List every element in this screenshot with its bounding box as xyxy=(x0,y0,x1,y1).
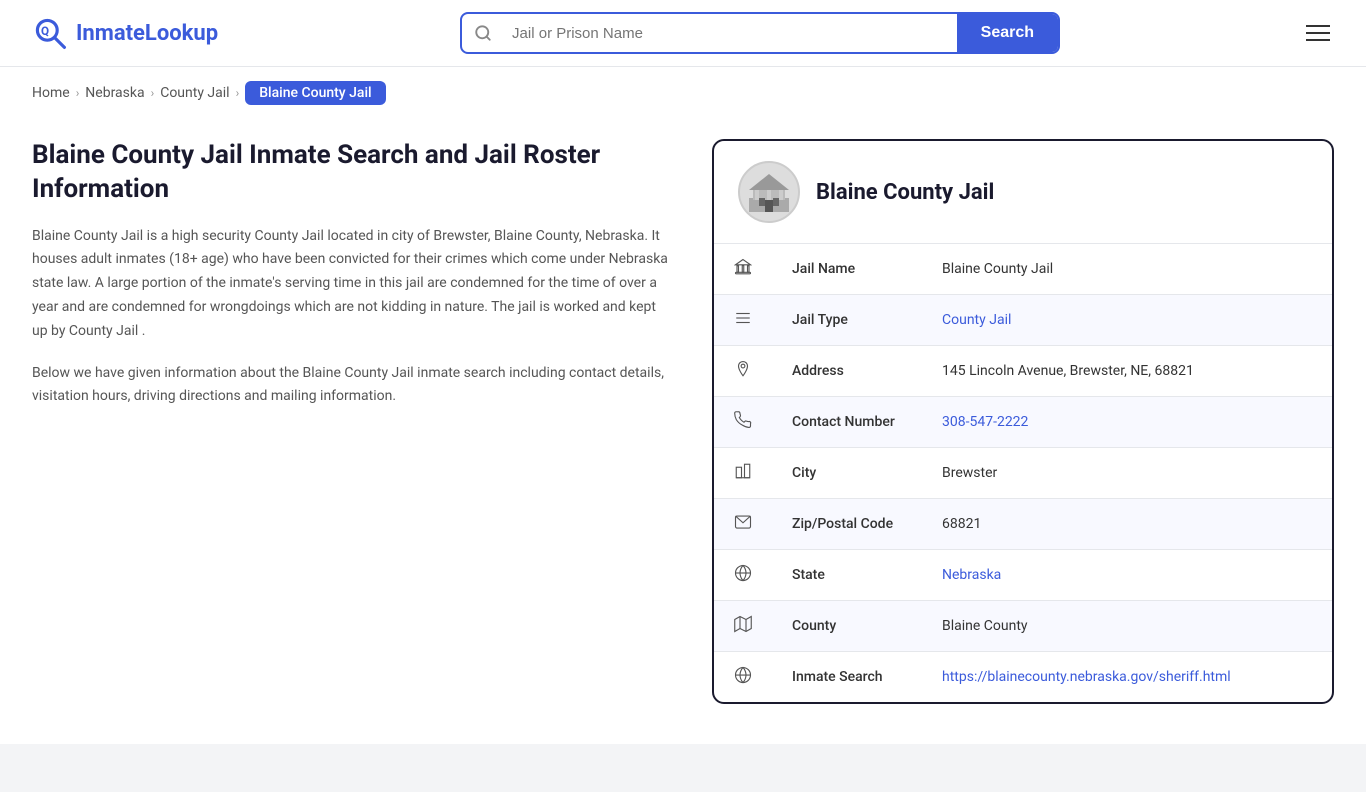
row-icon xyxy=(714,652,772,703)
svg-text:Q: Q xyxy=(41,24,49,38)
info-value: Brewster xyxy=(942,465,997,481)
card-title: Blaine County Jail xyxy=(816,180,994,205)
info-value: 68821 xyxy=(942,516,981,532)
search-button[interactable]: Search xyxy=(957,14,1058,52)
search-wrapper: Search xyxy=(460,12,1060,54)
table-row: City Brewster xyxy=(714,448,1332,499)
row-value: Blaine County xyxy=(922,601,1332,652)
search-input[interactable] xyxy=(504,15,957,52)
info-value: Blaine County xyxy=(942,618,1028,634)
info-card: Blaine County Jail Jail Name Blaine Coun… xyxy=(712,139,1334,704)
row-value[interactable]: Nebraska xyxy=(922,550,1332,601)
info-value: 145 Lincoln Avenue, Brewster, NE, 68821 xyxy=(942,363,1194,379)
table-row: Inmate Search https://blainecounty.nebra… xyxy=(714,652,1332,703)
row-label: Inmate Search xyxy=(772,652,922,703)
row-value[interactable]: County Jail xyxy=(922,295,1332,346)
breadcrumb-active: Blaine County Jail xyxy=(245,81,385,105)
hamburger-menu[interactable] xyxy=(1302,21,1334,45)
table-row: Jail Type County Jail xyxy=(714,295,1332,346)
row-label: Jail Type xyxy=(772,295,922,346)
breadcrumb-county-jail[interactable]: County Jail xyxy=(160,85,229,101)
breadcrumb-home[interactable]: Home xyxy=(32,85,70,101)
page-title: Blaine County Jail Inmate Search and Jai… xyxy=(32,139,672,207)
table-row: Address 145 Lincoln Avenue, Brewster, NE… xyxy=(714,346,1332,397)
chevron-icon-2: › xyxy=(151,86,155,100)
row-label: Contact Number xyxy=(772,397,922,448)
row-label: County xyxy=(772,601,922,652)
logo-icon: Q xyxy=(32,15,68,51)
row-label: State xyxy=(772,550,922,601)
table-row: County Blaine County xyxy=(714,601,1332,652)
table-row: Zip/Postal Code 68821 xyxy=(714,499,1332,550)
row-value[interactable]: https://blainecounty.nebraska.gov/sherif… xyxy=(922,652,1332,703)
row-icon xyxy=(714,346,772,397)
row-icon xyxy=(714,550,772,601)
table-row: Jail Name Blaine County Jail xyxy=(714,244,1332,295)
left-column: Blaine County Jail Inmate Search and Jai… xyxy=(32,139,672,409)
chevron-icon-3: › xyxy=(236,86,240,100)
breadcrumb: Home › Nebraska › County Jail › Blaine C… xyxy=(0,67,1366,119)
logo-link[interactable]: Q InmateLookup xyxy=(32,15,218,51)
info-value: Blaine County Jail xyxy=(942,261,1053,277)
row-label: Address xyxy=(772,346,922,397)
page-description-1: Blaine County Jail is a high security Co… xyxy=(32,225,672,344)
row-value[interactable]: 308-547-2222 xyxy=(922,397,1332,448)
row-value: 68821 xyxy=(922,499,1332,550)
row-value: Blaine County Jail xyxy=(922,244,1332,295)
row-icon xyxy=(714,295,772,346)
row-label: City xyxy=(772,448,922,499)
page-description-2: Below we have given information about th… xyxy=(32,362,672,410)
row-icon xyxy=(714,397,772,448)
info-link[interactable]: Nebraska xyxy=(942,567,1001,583)
row-icon xyxy=(714,601,772,652)
logo-text: InmateLookup xyxy=(76,21,218,46)
footer xyxy=(0,744,1366,792)
row-value: 145 Lincoln Avenue, Brewster, NE, 68821 xyxy=(922,346,1332,397)
table-row: State Nebraska xyxy=(714,550,1332,601)
breadcrumb-nebraska[interactable]: Nebraska xyxy=(85,85,144,101)
main-content: Blaine County Jail Inmate Search and Jai… xyxy=(0,119,1366,744)
jail-avatar xyxy=(738,161,800,223)
info-link[interactable]: 308-547-2222 xyxy=(942,414,1028,430)
header: Q InmateLookup Search xyxy=(0,0,1366,67)
row-icon xyxy=(714,244,772,295)
row-label: Jail Name xyxy=(772,244,922,295)
info-link[interactable]: https://blainecounty.nebraska.gov/sherif… xyxy=(942,669,1231,685)
table-row: Contact Number 308-547-2222 xyxy=(714,397,1332,448)
row-value: Brewster xyxy=(922,448,1332,499)
search-area: Search xyxy=(460,12,1060,54)
row-icon xyxy=(714,448,772,499)
info-table: Jail Name Blaine County Jail Jail Type C… xyxy=(714,244,1332,702)
chevron-icon: › xyxy=(76,86,80,100)
card-header: Blaine County Jail xyxy=(714,141,1332,244)
row-label: Zip/Postal Code xyxy=(772,499,922,550)
search-icon xyxy=(462,24,504,42)
info-link[interactable]: County Jail xyxy=(942,312,1011,328)
row-icon xyxy=(714,499,772,550)
